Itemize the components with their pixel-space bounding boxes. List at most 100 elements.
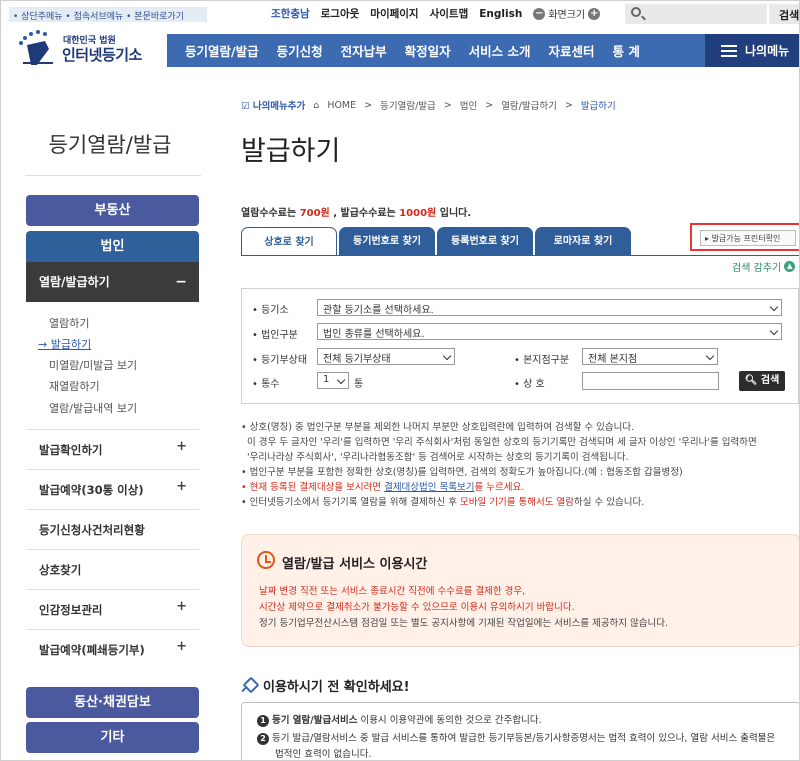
- chevron-down-icon: [337, 376, 345, 384]
- note-line: 이 경우 두 글자인 '우리'를 입력하면 '우리 주식회사'처럼 동일한 상호…: [241, 435, 800, 450]
- search-input[interactable]: [625, 4, 767, 24]
- tab-by-name[interactable]: 상호로 찾기: [241, 227, 337, 256]
- lnb-menu-issue-check[interactable]: 발급확인하기+: [26, 429, 199, 469]
- fee-middle: , 발급수수료는: [330, 208, 399, 219]
- global-nav: 등기열람/발급 등기신청 전자납부 확정일자 서비스 소개 자료센터 통 계: [167, 34, 707, 67]
- registry-select[interactable]: 관할 등기소를 선택하세요.: [317, 299, 782, 316]
- note-text: 를 누르세요.: [475, 482, 525, 493]
- breadcrumb-item[interactable]: 열람/발급하기: [501, 98, 557, 112]
- gnb-item-statistics[interactable]: 통 계: [613, 41, 640, 60]
- name-input[interactable]: [582, 372, 719, 390]
- hamburger-icon: [721, 45, 737, 57]
- note-line: • 현재 등록된 결제대상을 보시려면 결제대상법인 목록보기를 누르세요.: [241, 480, 800, 495]
- gnb-item-data-center[interactable]: 자료센터: [548, 41, 594, 60]
- lnb-menu-name-search[interactable]: 상호찾기: [26, 549, 199, 589]
- lnb-sub-issue[interactable]: → 발급하기: [38, 336, 91, 352]
- copies-select[interactable]: 1: [317, 372, 349, 389]
- checkbox-icon: ☑: [241, 101, 253, 112]
- search-button[interactable]: 검색: [769, 4, 800, 24]
- gnb-item-view-issue[interactable]: 등기열람/발급: [185, 41, 259, 60]
- status-value: 전체 등기부상태: [323, 354, 391, 365]
- tab-by-roman[interactable]: 로마자로 찾기: [535, 227, 631, 256]
- zoom-control: − 화면크기 +: [533, 6, 600, 21]
- tab-by-reg-number[interactable]: 등기번호로 찾기: [339, 227, 435, 256]
- breadcrumb: ☑ 나의메뉴추가 ⌂ HOME> 등기열람/발급> 법인> 열람/발급하기> 발…: [241, 98, 616, 112]
- branch-select[interactable]: 전체 본지점: [582, 348, 718, 365]
- lnb-etc-button[interactable]: 기타: [26, 722, 199, 753]
- note-text: • 현재 등록된 결제대상을 보시려면: [241, 482, 384, 493]
- lnb-corporation-button[interactable]: 법인: [26, 231, 199, 262]
- gnb-item-application[interactable]: 등기신청: [277, 41, 323, 60]
- my-menu-label: 나의메뉴: [745, 42, 789, 59]
- printer-check-button[interactable]: ▸ 발급가능 프린터확인: [700, 230, 796, 246]
- pin-icon: [241, 679, 255, 693]
- breadcrumb-item[interactable]: 등기열람/발급: [380, 98, 436, 112]
- lnb-menu-reserve-closed[interactable]: 발급예약(폐쇄등기부)+: [26, 629, 199, 669]
- skip-links[interactable]: • 상단주메뉴 • 접속서브메뉴 • 본문바로가기: [9, 7, 207, 22]
- issue-fee: 1000원: [399, 208, 436, 219]
- breadcrumb-current: 발급하기: [581, 98, 616, 112]
- branch-value: 전체 본지점: [588, 354, 637, 365]
- gnb-item-fixed-date[interactable]: 확정일자: [405, 41, 451, 60]
- registry-value: 관할 등기소를 선택하세요.: [323, 305, 434, 316]
- payment-target-list-link[interactable]: 결제대상법인 목록보기: [384, 482, 474, 493]
- expand-icon: +: [176, 467, 187, 507]
- breadcrumb-home[interactable]: HOME: [327, 100, 356, 111]
- english-link[interactable]: English: [479, 8, 522, 20]
- status-select[interactable]: 전체 등기부상태: [317, 348, 455, 365]
- zoom-out-icon[interactable]: −: [533, 8, 545, 20]
- check-title-text: 이용하시기 전 확인하세요!: [263, 676, 410, 695]
- gnb-item-payment[interactable]: 전자납부: [341, 41, 387, 60]
- region-name: 조한충남: [271, 6, 310, 21]
- lnb-movable-button[interactable]: 동산·채권담보: [26, 687, 199, 718]
- add-my-menu-label: 나의메뉴추가: [253, 101, 305, 112]
- zoom-label: 화면크기: [548, 6, 585, 21]
- tab-by-registration-number[interactable]: 등록번호로 찾기: [437, 227, 533, 256]
- mypage-link[interactable]: 마이페이지: [370, 6, 418, 21]
- search-submit-button[interactable]: 🔍︎ 검색: [739, 371, 785, 391]
- utility-bar: • 상단주메뉴 • 접속서브메뉴 • 본문바로가기 조한충남 로그아웃 마이페이…: [1, 1, 800, 27]
- search-icon: 🔍︎: [745, 375, 761, 386]
- chevron-down-icon: [770, 303, 778, 311]
- copies-value: 1: [323, 374, 329, 385]
- lnb-sub-history[interactable]: 열람/발급내역 보기: [49, 400, 137, 416]
- sitemap-link[interactable]: 사이트맵: [430, 6, 469, 21]
- collapse-icon: −: [175, 262, 187, 302]
- my-menu-button[interactable]: 나의메뉴: [705, 34, 800, 67]
- search-form: • 등기소 관할 등기소를 선택하세요. • 법인구분 법인 종류를 선택하세요…: [241, 288, 799, 404]
- breadcrumb-item[interactable]: 법인: [460, 98, 477, 112]
- search-icon: [631, 7, 641, 17]
- lnb-menu-reserve[interactable]: 발급예약(30통 이상) +: [26, 469, 199, 509]
- status-label: • 등기부상태: [252, 351, 307, 366]
- note-line: • 법인구분 부분을 포함한 정확한 상호(명칭)를 입력하면, 검색의 정확도…: [241, 465, 800, 480]
- lnb-sub-unviewed[interactable]: 미열람/미발급 보기: [49, 357, 137, 373]
- lnb-menu-seal-info[interactable]: 인감정보관리+: [26, 589, 199, 629]
- lnb-divider: [25, 175, 201, 176]
- search-tabs: 상호로 찾기 등기번호로 찾기 등록번호로 찾기 로마자로 찾기: [241, 227, 631, 256]
- expand-icon: +: [176, 627, 187, 667]
- gnb-item-service-intro[interactable]: 서비스 소개: [469, 41, 531, 60]
- check-title: 이용하시기 전 확인하세요!: [241, 676, 410, 695]
- lnb-active-group[interactable]: 열람/발급하기 −: [26, 262, 199, 302]
- lnb-menu-case-status[interactable]: 등기신청사건처리현황: [26, 509, 199, 549]
- check-box: 1등기 열람/발급서비스 이용시 이용약관에 동의한 것으로 간주합니다. 2등…: [241, 702, 800, 761]
- toggle-search-options[interactable]: 검색 감추기▲: [732, 259, 795, 274]
- registry-label: • 등기소: [252, 301, 289, 316]
- expand-icon: +: [176, 427, 187, 467]
- toggle-search-label: 검색 감추기: [732, 259, 781, 274]
- view-fee: 700원: [300, 208, 330, 219]
- lnb-menu-label: 발급예약(30통 이상): [39, 483, 144, 497]
- chevron-down-icon: [706, 352, 714, 360]
- corp-type-select[interactable]: 법인 종류를 선택하세요.: [317, 323, 782, 340]
- logout-link[interactable]: 로그아웃: [321, 6, 360, 21]
- check-item-text: 이용시 이용약관에 동의한 것으로 간주합니다.: [357, 715, 541, 726]
- number-two-icon: 2: [257, 733, 269, 745]
- lnb-sub-view[interactable]: 열람하기: [49, 315, 89, 331]
- number-one-icon: 1: [257, 715, 269, 727]
- add-my-menu-link[interactable]: ☑ 나의메뉴추가: [241, 98, 305, 112]
- lnb-real-estate-button[interactable]: 부동산: [26, 195, 199, 226]
- lnb-sub-review[interactable]: 재열람하기: [49, 378, 100, 394]
- site-logo[interactable]: 대한민국 법원 인터넷등기소: [15, 29, 175, 69]
- zoom-in-icon[interactable]: +: [588, 8, 600, 20]
- chevron-icon: >: [364, 100, 372, 111]
